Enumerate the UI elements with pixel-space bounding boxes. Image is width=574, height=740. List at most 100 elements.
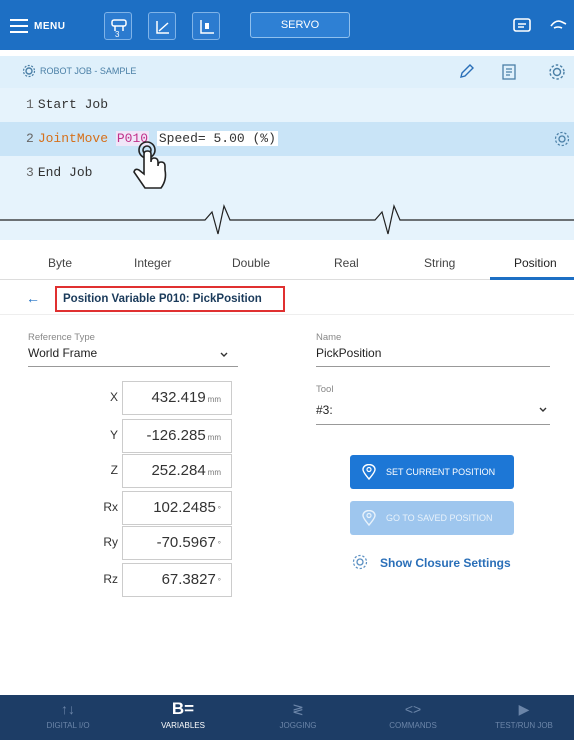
menu-label: MENU	[34, 20, 66, 32]
set-current-position-label: SET CURRENT POSITION	[386, 467, 496, 477]
servo-button[interactable]: SERVO	[250, 12, 350, 38]
menu-icon	[10, 19, 28, 33]
hand-icon[interactable]	[548, 16, 568, 36]
tool-label: Tool	[316, 384, 334, 395]
coord-value-x: 432.419	[151, 389, 206, 406]
tab-byte[interactable]: Byte	[48, 256, 72, 270]
gear-icon	[352, 554, 368, 570]
coord-unit: mm	[207, 395, 221, 404]
name-label: Name	[316, 332, 342, 343]
set-current-position-button[interactable]: SET CURRENT POSITION	[350, 455, 514, 489]
position-variable-title: Position Variable P010: PickPosition	[55, 286, 285, 312]
line-settings-icon[interactable]	[554, 131, 570, 147]
nav-test-run-job[interactable]: ▶ TEST/RUN JOB	[474, 695, 574, 740]
settings-icon[interactable]	[548, 63, 566, 81]
axis-label-x: X	[109, 390, 118, 404]
bottom-navigation: ↑↓ DIGITAL I/O B= VARIABLES ≷ JOGGING <>…	[0, 695, 574, 740]
coord-unit: °	[217, 577, 221, 586]
name-value[interactable]: PickPosition	[316, 346, 381, 360]
line-text: Start Job	[37, 97, 109, 112]
robot-badge: 3	[115, 30, 120, 39]
coord-unit: mm	[207, 433, 221, 442]
show-closure-settings-link[interactable]: Show Closure Settings	[352, 554, 511, 570]
go-to-saved-position-label: GO TO SAVED POSITION	[386, 513, 493, 523]
location-pin-icon	[362, 464, 376, 480]
chat-icon[interactable]	[512, 16, 532, 36]
job-line-1[interactable]: 1 Start Job	[0, 88, 574, 122]
chevron-down-icon[interactable]	[219, 350, 229, 360]
speed-param[interactable]: Speed= 5.00 (%)	[156, 131, 278, 146]
job-line-2[interactable]: 2 JointMove P010 Speed= 5.00 (%)	[0, 122, 574, 156]
coord-field-rz[interactable]: 67.3827 °	[122, 563, 232, 597]
nav-label: COMMANDS	[389, 721, 437, 730]
line-number: 2	[26, 131, 34, 146]
axis-label-z: Z	[110, 463, 118, 477]
coord-value-rz: 67.3827	[161, 571, 216, 588]
top-bar: MENU 3 SERVO	[0, 0, 574, 50]
tab-real[interactable]: Real	[334, 256, 359, 270]
robot-button[interactable]: 3	[104, 12, 132, 40]
go-to-saved-position-button[interactable]: GO TO SAVED POSITION	[350, 501, 514, 535]
frame-button[interactable]	[148, 12, 176, 40]
line-text: End Job	[37, 165, 93, 180]
waveform-divider	[0, 204, 574, 235]
coord-unit: °	[217, 540, 221, 549]
nav-label: JOGGING	[279, 721, 317, 730]
frame-icon	[156, 21, 169, 34]
back-arrow-icon[interactable]: ←	[26, 290, 40, 306]
job-line-3[interactable]: 3 End Job	[0, 156, 574, 190]
active-tab-indicator	[490, 277, 574, 280]
tap-gesture-icon	[133, 141, 167, 189]
line-number: 3	[26, 165, 34, 180]
command-keyword: JointMove	[37, 131, 109, 146]
coord-unit: °	[217, 505, 221, 514]
axis-label-rz: Rz	[103, 572, 118, 586]
nav-commands[interactable]: <> COMMANDS	[363, 695, 463, 740]
coord-field-x[interactable]: 432.419 mm	[122, 381, 232, 415]
pencil-icon[interactable]	[457, 63, 475, 81]
line-number: 1	[26, 97, 34, 112]
coord-value-y: -126.285	[146, 427, 206, 444]
tool-value[interactable]: #3:	[316, 403, 333, 417]
reference-type-value[interactable]: World Frame	[28, 346, 97, 360]
nav-variables[interactable]: B= VARIABLES	[133, 695, 233, 740]
variable-type-tabs: Byte Integer Double Real String Position	[0, 244, 574, 280]
coordinate-icon	[200, 20, 214, 34]
coord-field-ry[interactable]: -70.5967 °	[122, 526, 232, 560]
nav-digital-io[interactable]: ↑↓ DIGITAL I/O	[18, 695, 118, 740]
tab-integer[interactable]: Integer	[134, 256, 171, 270]
nav-label: TEST/RUN JOB	[495, 721, 553, 730]
coord-field-rx[interactable]: 102.2485 °	[122, 491, 232, 525]
coord-value-rx: 102.2485	[153, 499, 216, 516]
chevron-down-icon[interactable]	[538, 405, 548, 415]
nav-label: DIGITAL I/O	[46, 721, 90, 730]
tab-position[interactable]: Position	[514, 256, 557, 270]
reference-type-label: Reference Type	[28, 332, 95, 343]
coordinate-button[interactable]	[192, 12, 220, 40]
show-closure-settings-label: Show Closure Settings	[380, 556, 511, 570]
play-icon: ▶	[518, 701, 530, 717]
coord-value-z: 252.284	[151, 462, 206, 479]
tab-double[interactable]: Double	[232, 256, 270, 270]
axis-label-rx: Rx	[103, 500, 118, 514]
job-title: ROBOT JOB - SAMPLE	[40, 66, 137, 76]
axis-label-y: Y	[109, 428, 118, 442]
name-underline	[316, 366, 550, 367]
coord-field-z[interactable]: 252.284 mm	[122, 454, 232, 488]
job-header: ROBOT JOB - SAMPLE	[0, 56, 574, 88]
document-icon[interactable]	[500, 63, 518, 81]
commands-icon: <>	[404, 701, 422, 717]
jog-icon: ≷	[292, 701, 304, 717]
divider	[0, 314, 574, 315]
io-icon: ↑↓	[61, 701, 75, 717]
variables-icon: B=	[171, 699, 195, 718]
coord-value-ry: -70.5967	[156, 534, 216, 551]
gear-icon	[22, 64, 36, 78]
axis-label-ry: Ry	[103, 535, 118, 549]
nav-jogging[interactable]: ≷ JOGGING	[248, 695, 348, 740]
menu-button[interactable]: MENU	[10, 14, 65, 38]
nav-label: VARIABLES	[161, 721, 205, 730]
tab-string[interactable]: String	[424, 256, 455, 270]
coord-field-y[interactable]: -126.285 mm	[122, 419, 232, 453]
coord-unit: mm	[207, 468, 221, 477]
